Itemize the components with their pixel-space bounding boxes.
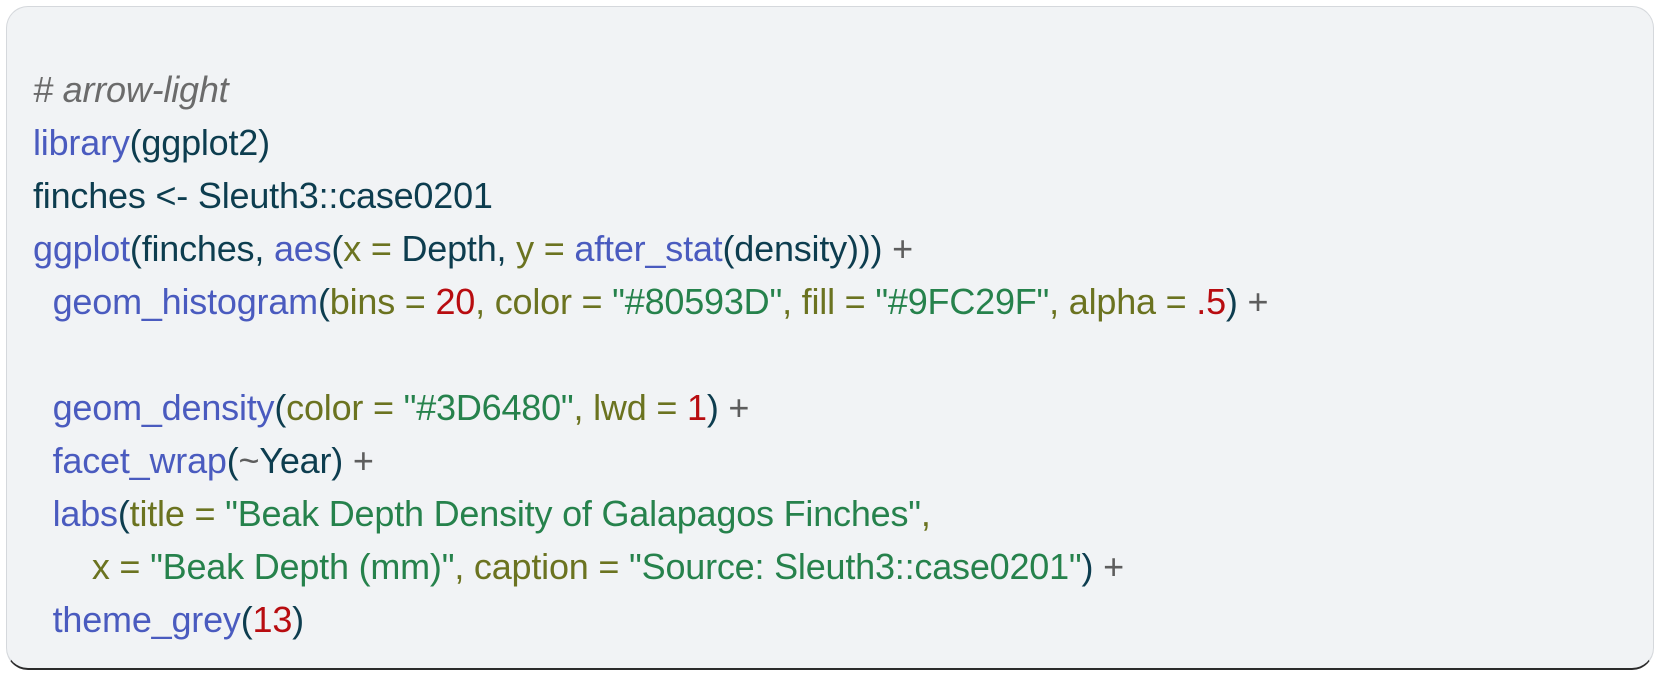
plus-operator-token: + (343, 440, 374, 481)
code-line-7: geom_density(color = "#3D6480", lwd = 1)… (33, 381, 1627, 434)
lwd-arg-token: lwd (593, 387, 647, 428)
geom-density-function-token: geom_density (52, 387, 275, 428)
x-label-value-token: "Beak Depth (mm)" (150, 546, 455, 587)
equals-token: = (588, 546, 630, 587)
after-stat-function-token: after_stat (574, 228, 723, 269)
comma-token: , (1049, 281, 1069, 322)
equals-token: = (834, 281, 876, 322)
dataset-ref-token: Sleuth3::case0201 (197, 175, 493, 216)
equals-token: = (184, 493, 226, 534)
comma-token: , (496, 228, 517, 269)
equals-token: = (571, 281, 613, 322)
facet-variable-token: Year (259, 440, 332, 481)
code-block[interactable]: # arrow-light library(ggplot2) finches <- … (7, 43, 1653, 660)
x-arg-token: x (343, 228, 362, 269)
x-value-token: Depth (401, 228, 497, 269)
paren-close-token: ) (331, 440, 344, 481)
caption-value-token: "Source: Sleuth3::case0201" (629, 546, 1082, 587)
comma-token: , (475, 281, 495, 322)
facet-wrap-function-token: facet_wrap (52, 440, 227, 481)
code-card: # arrow-light library(ggplot2) finches <- … (6, 6, 1654, 670)
code-line-9: labs(title = "Beak Depth Density of Gala… (33, 487, 1627, 540)
comma-token: , (573, 387, 594, 428)
paren-close-token: ) (258, 122, 270, 163)
equals-token: = (1155, 281, 1197, 322)
color-arg-token: color (286, 387, 364, 428)
equals-token: = (361, 228, 402, 269)
plus-operator-token: + (1093, 546, 1124, 587)
bins-arg-token: bins (329, 281, 395, 322)
density-token: density (734, 228, 847, 269)
plus-operator-token: + (1237, 281, 1269, 322)
paren-close-token: ) (706, 387, 719, 428)
code-line-11: theme_grey(13) (33, 593, 1627, 646)
paren-close-group-token: ))) (846, 228, 883, 269)
library-function-token: library (33, 122, 130, 163)
equals-token: = (395, 281, 436, 322)
color-value-token: "#80593D" (612, 281, 783, 322)
lwd-value-token: 1 (686, 387, 707, 428)
plus-operator-token: + (718, 387, 750, 428)
alpha-value-token: .5 (1196, 281, 1226, 322)
code-line-10: x = "Beak Depth (mm)", caption = "Source… (33, 540, 1627, 593)
title-arg-token: title (129, 493, 185, 534)
title-value-token: "Beak Depth Density of Galapagos Finches… (225, 493, 921, 534)
data-argument-token: finches, (141, 228, 274, 269)
paren-open-token: ( (331, 228, 344, 269)
tilde-operator-token: ~ (238, 440, 260, 481)
paren-open-token: ( (722, 228, 735, 269)
comma-token: , (782, 281, 802, 322)
code-line-8: facet_wrap(~Year) + (33, 434, 1627, 487)
plus-operator-token: + (882, 228, 913, 269)
ggplot-function-token: ggplot (33, 228, 130, 269)
x-arg-token: x (91, 546, 110, 587)
geom-histogram-function-token: geom_histogram (52, 281, 319, 322)
paren-close-token: ) (1081, 546, 1094, 587)
aes-function-token: aes (273, 228, 332, 269)
base-size-value-token: 13 (252, 599, 293, 640)
y-arg-token: y (516, 228, 534, 269)
code-line-4: ggplot(finches, aes(x = Depth, y = after… (33, 222, 1627, 275)
color-arg-token: color (494, 281, 572, 322)
bins-value-token: 20 (435, 281, 476, 322)
equals-token: = (533, 228, 575, 269)
comma-token: , (920, 493, 931, 534)
equals-token: = (109, 546, 151, 587)
alpha-arg-token: alpha (1068, 281, 1156, 322)
labs-function-token: labs (52, 493, 118, 534)
code-line-2: library(ggplot2) (33, 116, 1627, 169)
assign-operator-token: <- (145, 175, 198, 216)
paren-open-token: ( (240, 599, 253, 640)
paren-close-token: ) (292, 599, 304, 640)
variable-token: finches (33, 175, 146, 216)
theme-grey-function-token: theme_grey (52, 599, 241, 640)
paren-open-token: ( (274, 387, 287, 428)
color-value-token: "#3D6480" (403, 387, 574, 428)
equals-token: = (646, 387, 687, 428)
paren-open-token: ( (226, 440, 239, 481)
comma-token: , (454, 546, 474, 587)
caption-arg-token: caption (473, 546, 589, 587)
fill-arg-token: fill (801, 281, 835, 322)
code-line-3: finches <- Sleuth3::case0201 (33, 169, 1627, 222)
code-line-6-blank (33, 328, 1627, 381)
code-line-5: geom_histogram(bins = 20, color = "#8059… (33, 275, 1627, 328)
comment-token: # arrow-light (33, 69, 229, 110)
code-line-1: # arrow-light (33, 63, 1627, 116)
package-name-token: ggplot2 (141, 122, 259, 163)
fill-value-token: "#9FC29F" (875, 281, 1050, 322)
paren-close-token: ) (1225, 281, 1238, 322)
paren-open-token: ( (129, 122, 142, 163)
paren-open-token: ( (129, 228, 142, 269)
paren-open-token: ( (117, 493, 130, 534)
paren-open-token: ( (317, 281, 330, 322)
equals-token: = (363, 387, 404, 428)
